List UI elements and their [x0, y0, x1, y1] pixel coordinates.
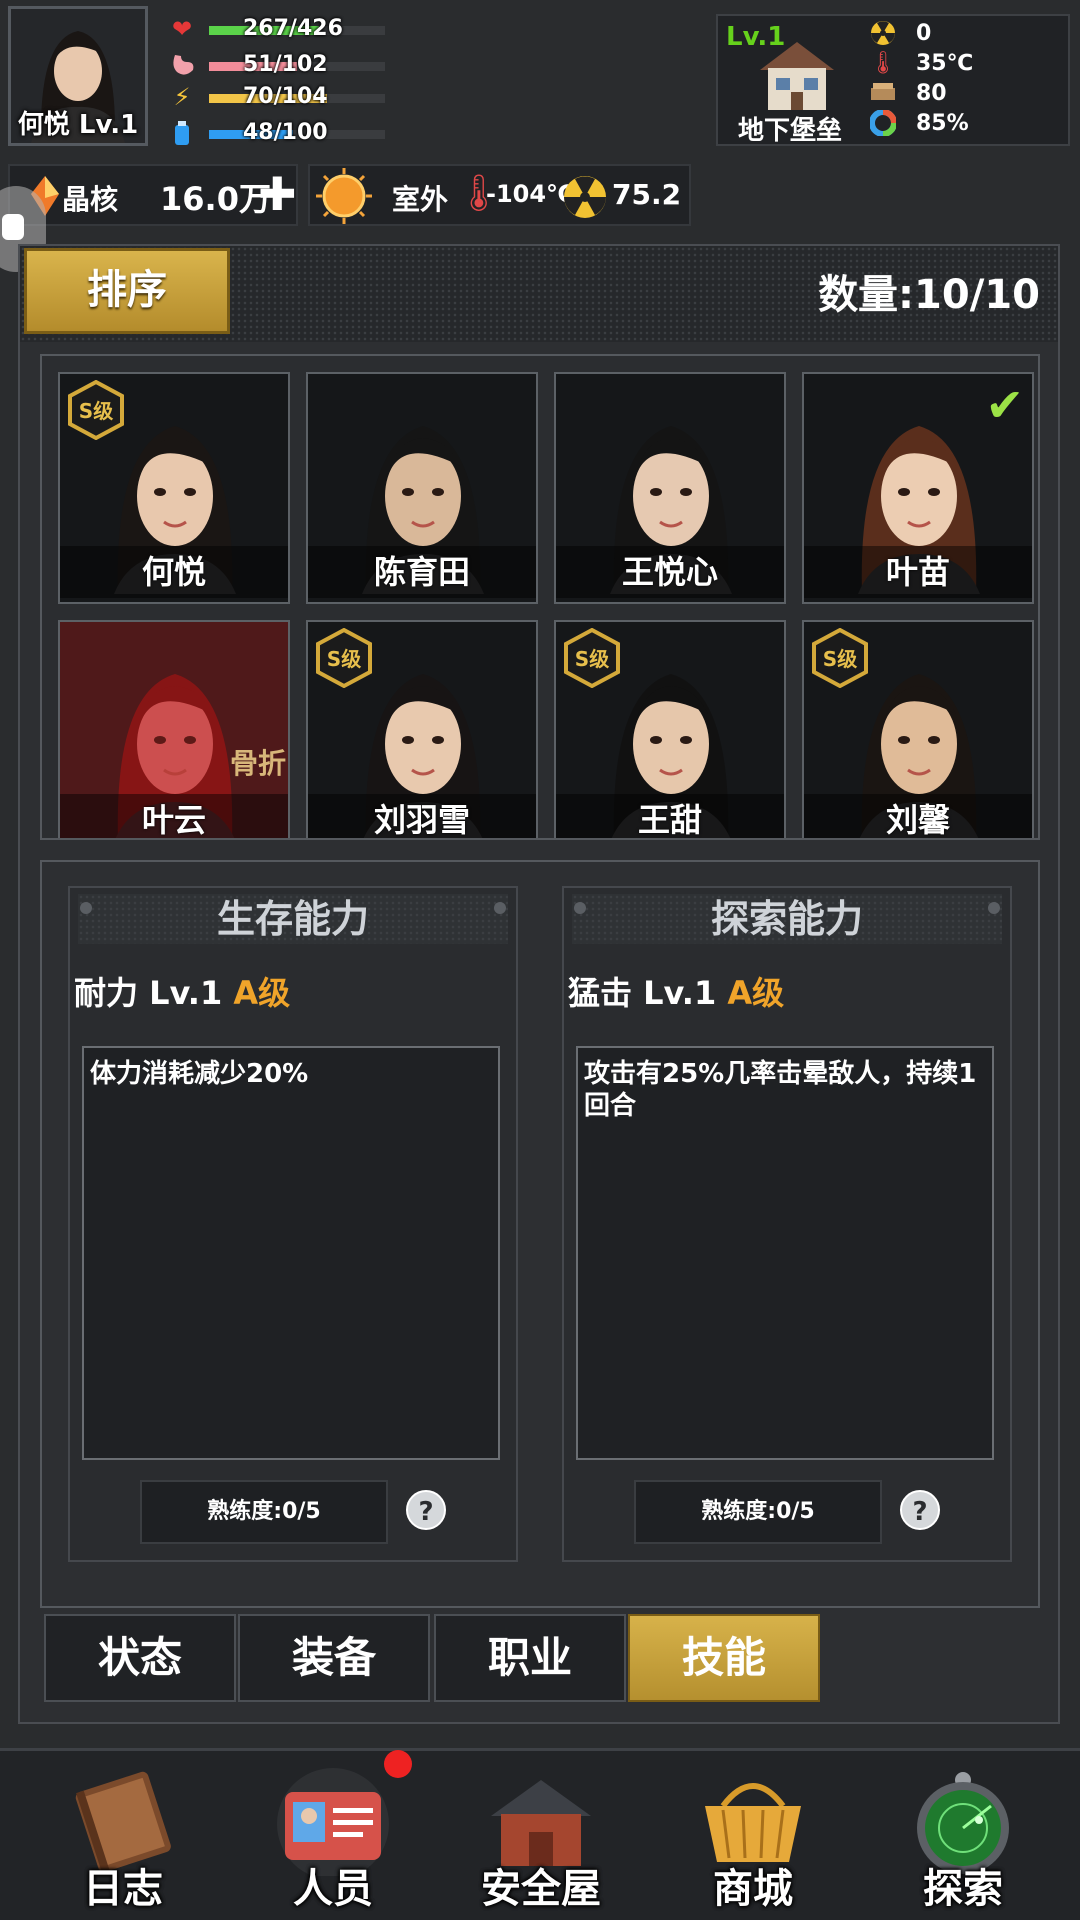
integrity-pie-icon	[866, 109, 900, 138]
water-value: 48/100	[243, 120, 328, 145]
heart-icon: ❤	[171, 15, 193, 43]
base-name: 地下堡垒	[738, 116, 843, 146]
stomach-icon	[165, 52, 199, 78]
skill-name: 耐力 Lv.1 A级	[74, 974, 291, 1012]
hp-value: 267/426	[243, 16, 343, 41]
sort-button[interactable]: 排序	[24, 248, 230, 334]
proficiency-label: 熟练度:0/5	[634, 1480, 882, 1544]
crystal-core-label: 晶核	[62, 183, 119, 216]
radiation-icon	[564, 176, 606, 218]
energy-value: 70/104	[243, 84, 328, 109]
member-card[interactable]: 叶苗 ✔	[802, 372, 1034, 604]
help-button[interactable]: ?	[406, 1490, 446, 1530]
proficiency-label: 熟练度:0/5	[140, 1480, 388, 1544]
member-card[interactable]: 叶云 骨折	[58, 620, 290, 838]
thermometer-icon: 🌡	[869, 51, 897, 76]
survival-skill-card: 生存能力 耐力 Lv.1 A级 体力消耗减少20% 熟练度:0/5 ?	[68, 886, 518, 1562]
tab-skills[interactable]: 技能	[628, 1614, 820, 1702]
skill-category-title: 生存能力	[78, 894, 508, 944]
rank-badge: S级	[562, 627, 622, 689]
rank-badge: S级	[810, 627, 870, 689]
nav-journal[interactable]: 日志	[38, 1760, 208, 1920]
nav-explore-label: 探索	[923, 1866, 1003, 1912]
member-card[interactable]: 陈育田	[306, 372, 538, 604]
assist-icon	[2, 214, 24, 240]
injury-status: 骨折	[229, 747, 286, 780]
member-name: 王悦心	[556, 546, 784, 598]
water-icon	[165, 120, 199, 146]
help-button[interactable]: ?	[900, 1490, 940, 1530]
nav-safe-house[interactable]: 安全屋	[456, 1760, 626, 1920]
rank-badge: S级	[66, 379, 126, 441]
skill-description: 攻击有25%几率击晕敌人，持续1回合	[576, 1046, 994, 1460]
roster-count: 数量:10/10	[818, 272, 1040, 318]
member-card[interactable]: 何悦 S级	[58, 372, 290, 604]
player-name-level: 何悦 Lv.1	[17, 110, 139, 140]
selected-check-icon: ✔	[985, 378, 1024, 432]
svg-text:S级: S级	[823, 647, 857, 671]
tab-profession[interactable]: 职业	[434, 1614, 626, 1702]
member-card[interactable]: 刘馨 S级	[802, 620, 1034, 838]
crystal-core-resource: 晶核 16.0万 ✚	[8, 164, 298, 226]
lightning-icon: ⚡	[173, 83, 191, 111]
nav-explore[interactable]: 探索	[878, 1760, 1048, 1920]
member-name: 刘馨	[804, 794, 1032, 838]
nav-shop[interactable]: 商城	[668, 1760, 838, 1920]
rank-badge: S级	[314, 627, 374, 689]
outdoor-label: 室外	[392, 183, 449, 216]
member-name: 刘羽雪	[308, 794, 536, 838]
supplies-icon	[866, 80, 900, 108]
nav-safe-house-label: 安全屋	[481, 1866, 601, 1912]
member-card[interactable]: 刘羽雪 S级	[306, 620, 538, 838]
nav-shop-label: 商城	[713, 1866, 793, 1912]
tab-equipment[interactable]: 装备	[238, 1614, 430, 1702]
hunger-value: 51/102	[243, 52, 328, 77]
radiation-icon	[866, 20, 900, 48]
player-avatar[interactable]: 何悦 Lv.1	[8, 6, 148, 146]
svg-text:S级: S级	[575, 647, 609, 671]
add-crystal-button[interactable]: ✚	[258, 168, 297, 220]
notification-dot	[384, 1750, 412, 1778]
skill-grade: A级	[233, 974, 291, 1012]
tab-status[interactable]: 状态	[44, 1614, 236, 1702]
member-name: 叶苗	[804, 546, 1032, 598]
outdoor-radiation: 75.2	[612, 178, 682, 211]
member-name: 何悦	[60, 546, 288, 598]
environment-info: 室外 🌡 -104℃ 75.2	[308, 164, 691, 226]
member-card[interactable]: 王悦心	[554, 372, 786, 604]
member-grid: 何悦 S级 陈育田 王悦心 叶苗 ✔ 叶云 骨折 刘羽雪 S级 王甜 S级 刘馨 S级	[40, 354, 1040, 840]
nav-journal-label: 日志	[83, 1866, 163, 1912]
svg-text:S级: S级	[79, 399, 113, 423]
nav-personnel-label: 人员	[293, 1866, 373, 1912]
skill-description: 体力消耗减少20%	[82, 1046, 500, 1460]
member-name: 叶云	[60, 794, 288, 838]
skill-category-title: 探索能力	[572, 894, 1002, 944]
sun-icon	[316, 168, 372, 224]
skill-name: 猛击 Lv.1 A级	[568, 974, 785, 1012]
skill-grade: A级	[727, 974, 785, 1012]
crystal-core-value: 16.0万	[160, 180, 271, 218]
house-icon	[760, 42, 834, 110]
base-info[interactable]: Lv.1 地下堡垒 0 🌡 35℃ 80 85%	[716, 14, 1070, 146]
svg-text:S级: S级	[327, 647, 361, 671]
nav-personnel[interactable]: 人员	[248, 1760, 418, 1920]
exploration-skill-card: 探索能力 猛击 Lv.1 A级 攻击有25%几率击晕敌人，持续1回合 熟练度:0…	[562, 886, 1012, 1562]
member-card[interactable]: 王甜 S级	[554, 620, 786, 838]
member-name: 王甜	[556, 794, 784, 838]
member-name: 陈育田	[308, 546, 536, 598]
